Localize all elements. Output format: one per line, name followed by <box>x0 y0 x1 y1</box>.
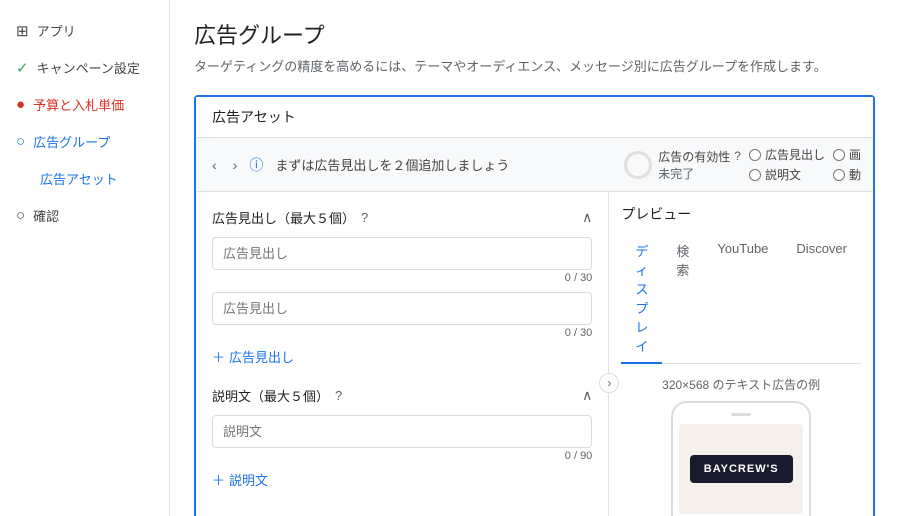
headline-help-icon[interactable]: ? <box>361 210 368 225</box>
sidebar-item-confirm[interactable]: ○ 確認 <box>0 197 169 234</box>
page-title: 広告グループ <box>194 18 875 50</box>
headline-section-header: 広告見出し（最大５個） ? ∧ <box>212 208 592 227</box>
effectiveness-label: 広告の有効性 <box>658 148 730 165</box>
headline-input-2-field: 0 / 30 <box>212 292 592 339</box>
description-input-1-field: 0 / 90 <box>212 415 592 462</box>
tab-youtube[interactable]: YouTube <box>703 234 782 364</box>
radio-video-input[interactable] <box>833 169 845 181</box>
nav-next-button[interactable]: › <box>229 155 242 175</box>
radio-image: 画 <box>833 146 861 163</box>
ad-asset-title: 広告アセット <box>212 107 296 127</box>
circle2-icon: ○ <box>16 207 25 224</box>
preview-tabs: ディスプレイ 検索 YouTube Discover <box>621 234 861 364</box>
brand-area: BAYCREW'S <box>682 447 801 491</box>
sidebar-item-adgroup-label: 広告グループ <box>33 132 110 151</box>
effectiveness-help: ? <box>734 149 741 163</box>
headline-section: 広告見出し（最大５個） ? ∧ 0 / 30 0 / 30 <box>212 208 592 366</box>
phone-frame: BAYCREW'S <box>671 401 811 516</box>
headline-collapse-button[interactable]: ∧ <box>582 209 592 226</box>
tab-discover[interactable]: Discover <box>782 234 861 364</box>
add-headline-icon: ＋ <box>212 347 225 366</box>
sidebar-item-apps[interactable]: ⊞ アプリ <box>0 12 169 49</box>
headline-input-2[interactable] <box>212 292 592 325</box>
radio-image-input[interactable] <box>833 149 845 161</box>
radio-video-label: 動 <box>849 166 861 183</box>
checklist-options2: 画 動 <box>833 146 861 183</box>
description-char-count-1: 0 / 90 <box>212 450 592 462</box>
sidebar-item-budget-label: 予算と入札単価 <box>33 95 124 114</box>
radio-description-label: 説明文 <box>765 166 801 183</box>
preview-panel-wrapper: › プレビュー ディスプレイ 検索 YouTube <box>609 192 873 516</box>
ad-effectiveness: 広告の有効性 ? 未完了 <box>624 148 741 182</box>
add-description-button[interactable]: ＋ 説明文 <box>212 470 268 489</box>
device-label: 320×568 のテキスト広告の例 <box>621 376 861 393</box>
description-collapse-button[interactable]: ∧ <box>582 387 592 404</box>
sidebar-item-adasset-label: 広告アセット <box>40 169 118 188</box>
headline-char-count-1: 0 / 30 <box>212 272 592 284</box>
ad-asset-section: 広告アセット ‹ › ⓘ まずは広告見出しを２個追加しましょう 広告の有効性 ?… <box>194 95 875 516</box>
tab-search[interactable]: 検索 <box>662 234 703 364</box>
description-help-icon[interactable]: ? <box>335 388 342 403</box>
sidebar-item-adasset[interactable]: 広告アセット <box>0 160 169 197</box>
description-input-1[interactable] <box>212 415 592 448</box>
headline-section-title: 広告見出し（最大５個） <box>212 208 355 227</box>
effectiveness-info: 広告の有効性 ? 未完了 <box>658 148 741 182</box>
tab-display[interactable]: ディスプレイ <box>621 234 662 364</box>
phone-speaker <box>731 413 751 416</box>
radio-headline-input[interactable] <box>749 149 761 161</box>
page-description: ターゲティングの精度を高めるには、テーマやオーディエンス、メッセージ別に広告グル… <box>194 56 875 75</box>
headline-input-1-field: 0 / 30 <box>212 237 592 284</box>
preview-panel: プレビュー ディスプレイ 検索 YouTube Discover <box>609 192 873 516</box>
description-section: 説明文（最大５個） ? ∧ 0 / 90 ＋ 説明文 <box>212 386 592 489</box>
effectiveness-status: 未完了 <box>658 165 741 182</box>
add-headline-button[interactable]: ＋ 広告見出し <box>212 347 294 366</box>
phone-content: BAYCREW'S <box>679 424 803 514</box>
toolbar-message: まずは広告見出しを２個追加しましょう <box>275 155 616 174</box>
radio-headline: 広告見出し <box>749 146 825 163</box>
preview-title: プレビュー <box>621 204 861 224</box>
add-description-label: 説明文 <box>229 470 268 489</box>
form-panel: 広告見出し（最大５個） ? ∧ 0 / 30 0 / 30 <box>196 192 609 516</box>
add-headline-label: 広告見出し <box>229 347 294 366</box>
main-content: 広告グループ ターゲティングの精度を高めるには、テーマやオーディエンス、メッセー… <box>170 0 899 516</box>
sidebar-item-budget[interactable]: ● 予算と入札単価 <box>0 86 169 123</box>
radio-video: 動 <box>833 166 861 183</box>
radio-headline-label: 広告見出し <box>765 146 825 163</box>
headline-input-1[interactable] <box>212 237 592 270</box>
info-icon: ⓘ <box>249 155 263 175</box>
headline-char-count-2: 0 / 30 <box>212 327 592 339</box>
sidebar-item-confirm-label: 確認 <box>33 206 59 225</box>
description-section-header: 説明文（最大５個） ? ∧ <box>212 386 592 405</box>
radio-description-input[interactable] <box>749 169 761 181</box>
ad-asset-header: 広告アセット <box>196 97 873 138</box>
error-icon: ● <box>16 96 25 113</box>
circle-icon: ○ <box>16 133 25 150</box>
effectiveness-circle <box>624 151 652 179</box>
sidebar-item-campaign[interactable]: ✓ キャンペーン設定 <box>0 49 169 86</box>
content-split: 広告見出し（最大５個） ? ∧ 0 / 30 0 / 30 <box>196 192 873 516</box>
check-icon: ✓ <box>16 59 29 77</box>
checklist-options: 広告見出し 説明文 <box>749 146 825 183</box>
collapse-preview-button[interactable]: › <box>599 373 619 393</box>
radio-image-label: 画 <box>849 146 861 163</box>
sidebar-item-adgroup[interactable]: ○ 広告グループ <box>0 123 169 160</box>
apps-icon: ⊞ <box>16 22 29 40</box>
add-description-icon: ＋ <box>212 470 225 489</box>
sidebar-item-apps-label: アプリ <box>37 21 76 40</box>
sidebar: ⊞ アプリ ✓ キャンペーン設定 ● 予算と入札単価 ○ 広告グループ 広告アセ… <box>0 0 170 516</box>
nav-prev-button[interactable]: ‹ <box>208 155 221 175</box>
sidebar-item-campaign-label: キャンペーン設定 <box>37 58 140 77</box>
brand-text: BAYCREW'S <box>690 455 793 483</box>
page-header: 広告グループ ターゲティングの精度を高めるには、テーマやオーディエンス、メッセー… <box>170 0 899 83</box>
radio-description: 説明文 <box>749 166 825 183</box>
description-section-title: 説明文（最大５個） <box>212 386 329 405</box>
toolbar-row: ‹ › ⓘ まずは広告見出しを２個追加しましょう 広告の有効性 ? 未完了 <box>196 138 873 192</box>
